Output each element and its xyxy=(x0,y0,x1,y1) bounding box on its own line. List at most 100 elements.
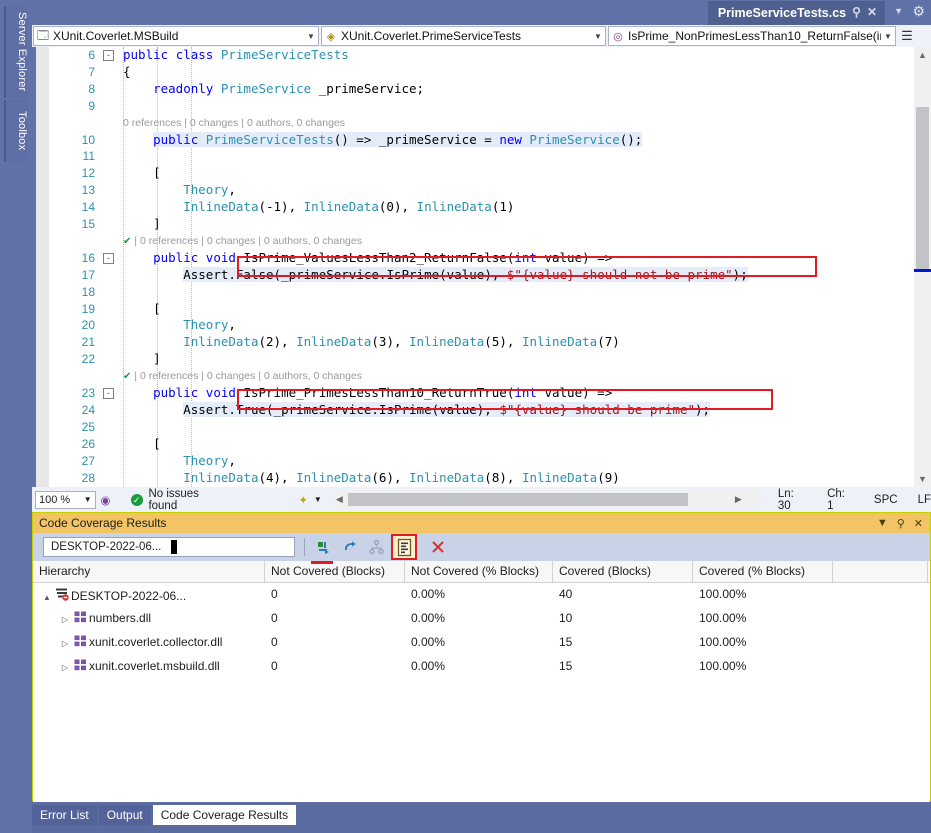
code-line[interactable]: 19 [ xyxy=(49,301,931,318)
code-line[interactable]: 15 ] xyxy=(49,216,931,233)
coverage-table-row[interactable]: ▲DESKTOP-2022-06...00.00%40100.00% xyxy=(33,583,930,607)
code-line[interactable]: 18 xyxy=(49,284,931,301)
code-cleanup-icon[interactable]: ✦ xyxy=(293,493,313,507)
code-editor-surface[interactable]: 6-public class PrimeServiceTests7{8 read… xyxy=(32,47,931,487)
navbar-project-dropdown[interactable]: 🗔 XUnit.Coverlet.MSBuild ▼ xyxy=(33,26,319,46)
code-text: InlineData(-1), InlineData(0), InlineDat… xyxy=(123,199,514,216)
tree-expander-icon[interactable]: ▷ xyxy=(59,639,71,648)
code-line[interactable]: 28 InlineData(4), InlineData(6), InlineD… xyxy=(49,470,931,487)
fold-toggle-icon[interactable]: - xyxy=(103,253,114,264)
code-line[interactable]: 9 xyxy=(49,98,931,115)
covered-blocks-cell: 15 xyxy=(553,655,693,679)
split-window-icon[interactable]: ☰ xyxy=(897,26,917,46)
code-line[interactable]: 6-public class PrimeServiceTests xyxy=(49,47,931,64)
scrollbar-thumb[interactable] xyxy=(348,493,688,506)
codelens-row[interactable]: ✔ | 0 references | 0 changes | 0 authors… xyxy=(49,368,931,385)
navigate-icon[interactable]: ◉ xyxy=(96,493,116,507)
chevron-down-icon[interactable]: ▼ xyxy=(304,32,318,41)
code-line[interactable]: 27 Theory, xyxy=(49,453,931,470)
pin-icon[interactable]: ⚲ xyxy=(897,517,905,530)
code-line[interactable]: 11 xyxy=(49,148,931,165)
code-line[interactable]: 8 readonly PrimeService _primeService; xyxy=(49,81,931,98)
export-results-button[interactable] xyxy=(391,534,417,560)
code-line[interactable]: 14 InlineData(-1), InlineData(0), Inline… xyxy=(49,199,931,216)
code-text: public class PrimeServiceTests xyxy=(123,47,349,64)
chevron-down-icon[interactable]: ▼ xyxy=(314,495,322,504)
gear-icon[interactable]: ⚙ xyxy=(912,3,925,19)
coverage-row-name-cell[interactable]: ▲DESKTOP-2022-06... xyxy=(33,583,265,607)
scroll-up-arrow-icon[interactable]: ▲ xyxy=(914,47,931,63)
editor-vertical-scrollbar[interactable]: ▲ ▼ xyxy=(914,47,931,487)
close-icon[interactable]: ✕ xyxy=(867,6,877,19)
code-line[interactable]: 21 InlineData(2), InlineData(3), InlineD… xyxy=(49,334,931,351)
coverage-row-name-cell[interactable]: ▷xunit.coverlet.msbuild.dll xyxy=(33,655,265,679)
code-text: Theory, xyxy=(123,182,236,199)
line-number: 25 xyxy=(49,419,95,436)
pin-icon[interactable]: ⚲ xyxy=(852,6,861,19)
coverage-search-input[interactable]: DESKTOP-2022-06... xyxy=(43,537,295,557)
not-covered-blocks-cell: 0 xyxy=(265,655,405,679)
code-line[interactable]: 7{ xyxy=(49,64,931,81)
remove-results-button[interactable] xyxy=(427,536,449,558)
chevron-down-icon[interactable]: ▼ xyxy=(877,517,888,530)
scrollbar-thumb[interactable] xyxy=(916,107,929,272)
coverage-table-row[interactable]: ▷xunit.coverlet.msbuild.dll00.00%15100.0… xyxy=(33,655,930,679)
coverage-row-name-cell[interactable]: ▷xunit.coverlet.collector.dll xyxy=(33,631,265,655)
coverage-column-header[interactable] xyxy=(833,561,928,582)
fold-toggle-icon[interactable]: - xyxy=(103,50,114,61)
chevron-down-icon[interactable]: ▼ xyxy=(84,495,92,504)
codelens-label[interactable]: 0 references | 0 changes | 0 authors, 0 … xyxy=(123,115,345,132)
document-tab-primeservicetests[interactable]: PrimeServiceTests.cs ⚲ ✕ xyxy=(708,1,885,25)
merge-results-button[interactable] xyxy=(365,536,387,558)
coverage-row-name: numbers.dll xyxy=(89,611,151,625)
refresh-button[interactable] xyxy=(339,536,361,558)
coverage-row-name-cell[interactable]: ▷ numbers.dll xyxy=(33,607,265,631)
close-icon[interactable]: ✕ xyxy=(914,517,923,530)
sidebar-tab-toolbox[interactable]: Toolbox xyxy=(4,100,28,162)
not-covered-blocks-cell: 0 xyxy=(265,583,405,607)
code-line[interactable]: 25 xyxy=(49,419,931,436)
caret-line-label: Ln: 30 xyxy=(778,488,809,512)
tree-expander-icon[interactable]: ▲ xyxy=(41,593,53,602)
coverage-column-header[interactable]: Not Covered (Blocks) xyxy=(265,561,405,582)
coverage-results-grid[interactable]: HierarchyNot Covered (Blocks)Not Covered… xyxy=(33,561,930,802)
fold-toggle-icon[interactable]: - xyxy=(103,388,114,399)
code-line[interactable]: 12 [ xyxy=(49,165,931,182)
editor-horizontal-scrollbar[interactable]: ◀ ▶ xyxy=(332,492,762,507)
tree-expander-icon[interactable]: ▷ xyxy=(59,615,71,624)
codelens-row[interactable]: 0 references | 0 changes | 0 authors, 0 … xyxy=(49,115,931,132)
chevron-down-icon[interactable]: ▼ xyxy=(591,32,605,41)
code-text: ] xyxy=(123,351,161,368)
scroll-right-arrow-icon[interactable]: ▶ xyxy=(731,492,746,507)
codelens-label[interactable]: ✔ | 0 references | 0 changes | 0 authors… xyxy=(123,368,362,386)
coverage-column-header[interactable]: Not Covered (% Blocks) xyxy=(405,561,553,582)
navbar-member-dropdown[interactable]: ◎ IsPrime_NonPrimesLessThan10_ReturnFals… xyxy=(608,26,896,46)
code-text: [ xyxy=(123,165,161,182)
coverage-column-header[interactable]: Covered (Blocks) xyxy=(553,561,693,582)
coverage-column-header[interactable]: Covered (% Blocks) xyxy=(693,561,833,582)
codelens-label[interactable]: ✔ | 0 references | 0 changes | 0 authors… xyxy=(123,233,362,251)
bottom-tab-output[interactable]: Output xyxy=(99,805,151,825)
navbar-type-dropdown[interactable]: ◈ XUnit.Coverlet.PrimeServiceTests ▼ xyxy=(321,26,606,46)
codelens-row[interactable]: ✔ | 0 references | 0 changes | 0 authors… xyxy=(49,233,931,250)
coverage-table-row[interactable]: ▷numbers.dll00.00%10100.00% xyxy=(33,607,930,631)
coverage-column-header[interactable]: Hierarchy xyxy=(33,561,265,582)
coverage-table-row[interactable]: ▷xunit.coverlet.collector.dll00.00%15100… xyxy=(33,631,930,655)
code-line[interactable]: 26 [ xyxy=(49,436,931,453)
code-line[interactable]: 20 Theory, xyxy=(49,317,931,334)
show-code-coverage-coloring-button[interactable] xyxy=(313,536,335,558)
zoom-level-selector[interactable]: 100 % ▼ xyxy=(35,491,96,509)
line-number: 17 xyxy=(49,267,95,284)
code-line[interactable]: 10 public PrimeServiceTests() => _primeS… xyxy=(49,132,931,149)
bottom-tab-error-list[interactable]: Error List xyxy=(32,805,97,825)
bottom-tab-code-coverage-results[interactable]: Code Coverage Results xyxy=(153,805,296,825)
code-line[interactable]: 22 ] xyxy=(49,351,931,368)
scroll-left-arrow-icon[interactable]: ◀ xyxy=(332,492,347,507)
code-line[interactable]: 13 Theory, xyxy=(49,182,931,199)
scroll-down-arrow-icon[interactable]: ▼ xyxy=(914,471,931,487)
chevron-down-icon[interactable]: ▼ xyxy=(894,6,903,16)
bottom-tab-strip: Error ListOutputCode Coverage Results xyxy=(32,803,931,833)
tree-expander-icon[interactable]: ▷ xyxy=(59,663,71,672)
chevron-down-icon[interactable]: ▼ xyxy=(881,32,895,41)
sidebar-tab-server-explorer[interactable]: Server Explorer xyxy=(4,6,28,98)
